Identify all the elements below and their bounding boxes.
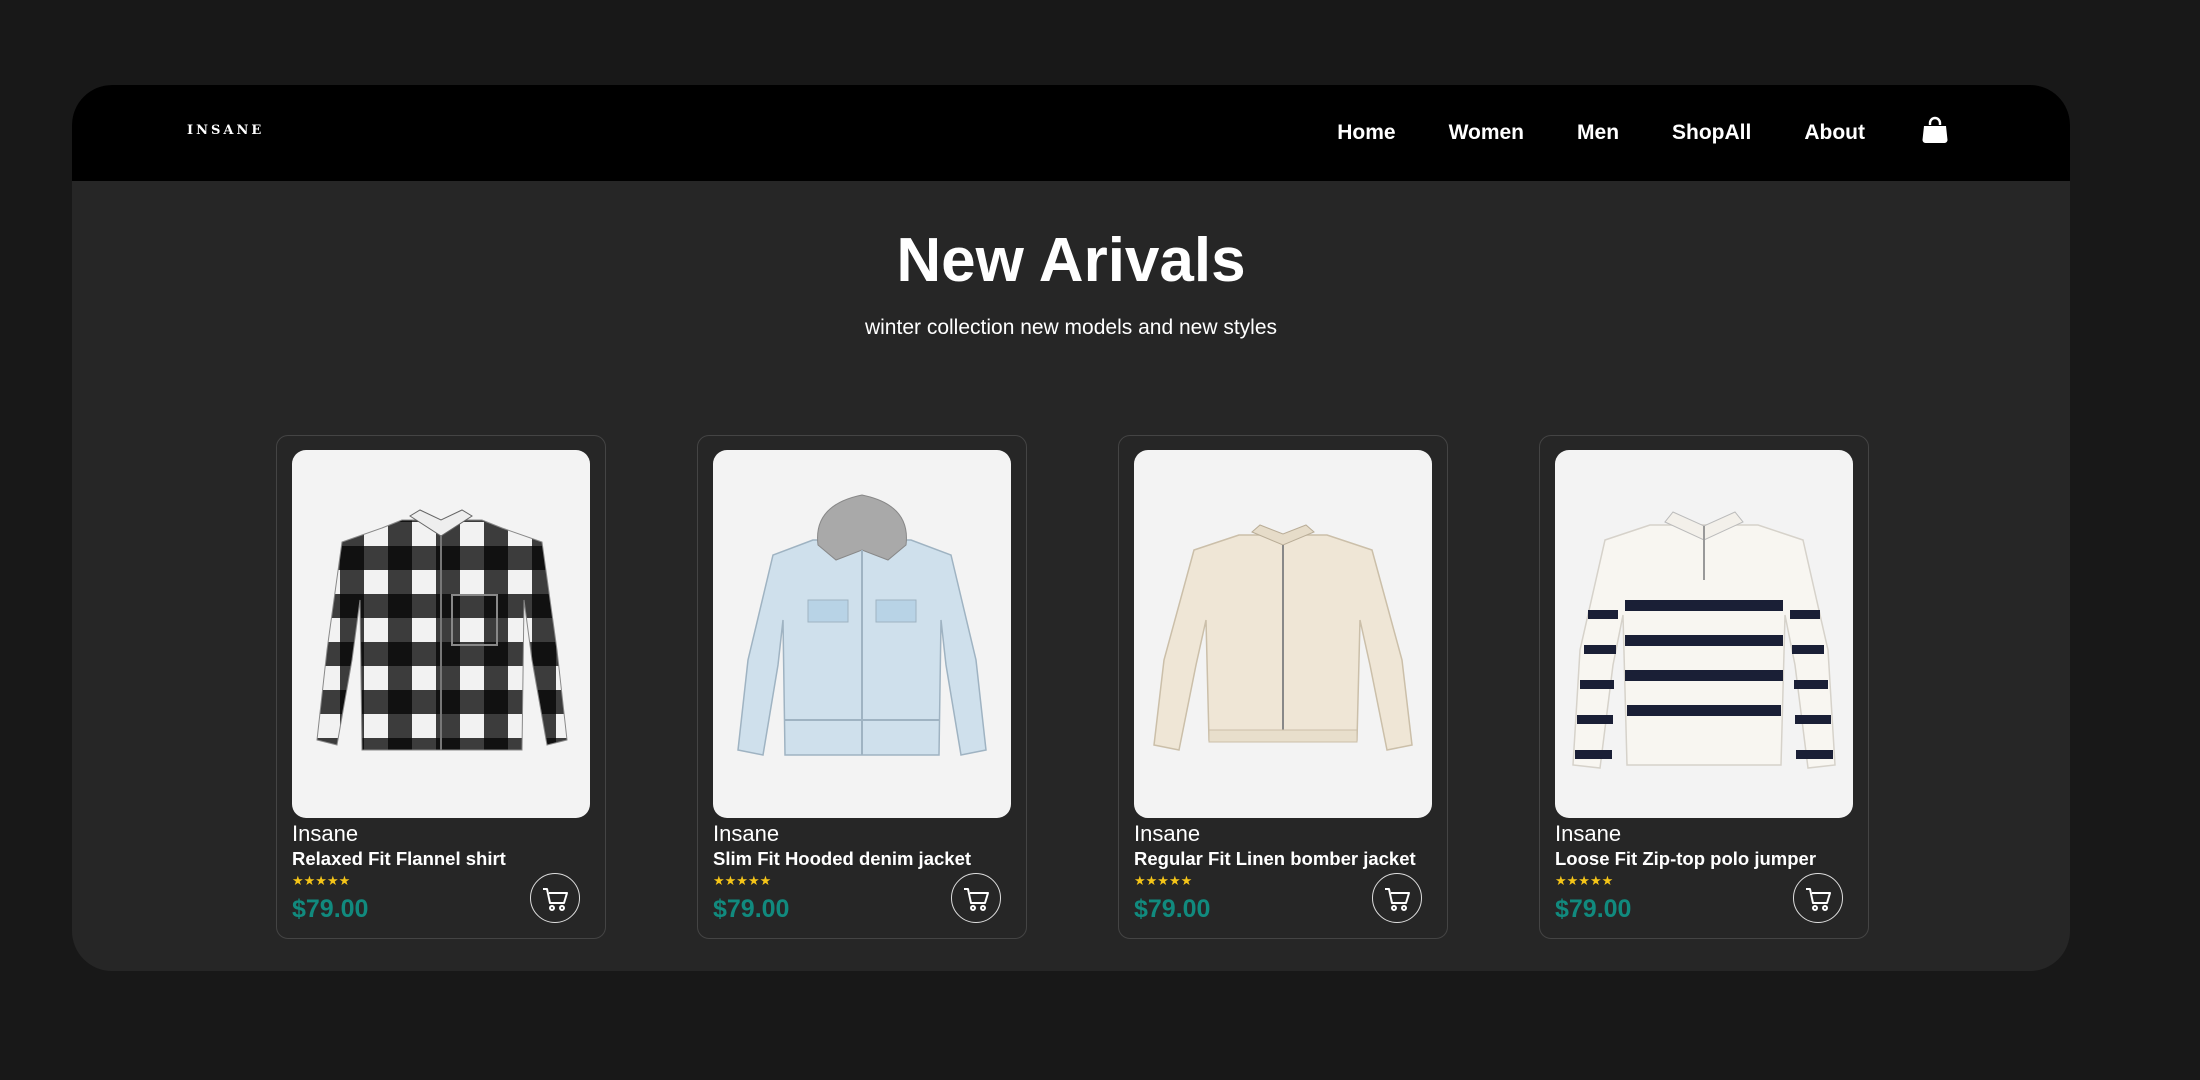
product-price: $79.00 xyxy=(1134,895,1211,923)
product-name[interactable]: Relaxed Fit Flannel shirt xyxy=(292,849,506,869)
cart-icon xyxy=(964,888,989,911)
shopping-bag-icon[interactable] xyxy=(1920,115,1950,145)
product-name[interactable]: Slim Fit Hooded denim jacket xyxy=(713,849,971,869)
cart-icon xyxy=(1385,888,1410,911)
product-image-bomber-jacket[interactable] xyxy=(1134,450,1432,818)
nav-shopall[interactable]: ShopAll xyxy=(1672,121,1751,145)
rating-stars: ★★★★★ xyxy=(292,873,351,888)
cart-icon xyxy=(543,888,568,911)
page-subtitle: winter collection new models and new sty… xyxy=(864,316,1278,339)
add-to-cart-button[interactable] xyxy=(1372,873,1422,923)
product-price: $79.00 xyxy=(292,895,369,923)
navbar: INSANE Home Women Men ShopAll About xyxy=(72,85,2070,181)
nav-men[interactable]: Men xyxy=(1577,121,1619,145)
brand-logo[interactable]: INSANE xyxy=(187,123,264,138)
product-card[interactable]: Insane Relaxed Fit Flannel shirt ★★★★★ $… xyxy=(276,435,606,939)
product-name[interactable]: Regular Fit Linen bomber jacket xyxy=(1134,849,1416,869)
product-brand: Insane xyxy=(713,821,780,846)
add-to-cart-button[interactable] xyxy=(530,873,580,923)
product-brand: Insane xyxy=(1134,821,1201,846)
product-image-flannel-shirt[interactable] xyxy=(292,450,590,818)
product-image-denim-jacket[interactable] xyxy=(713,450,1011,818)
rating-stars: ★★★★★ xyxy=(1555,873,1614,888)
cart-icon xyxy=(1806,888,1831,911)
add-to-cart-button[interactable] xyxy=(1793,873,1843,923)
page-frame: INSANE Home Women Men ShopAll About New … xyxy=(72,85,2070,971)
product-card[interactable]: Insane Slim Fit Hooded denim jacket ★★★★… xyxy=(697,435,1027,939)
rating-stars: ★★★★★ xyxy=(1134,873,1193,888)
nav-about[interactable]: About xyxy=(1804,121,1865,145)
nav-menu: Home Women Men ShopAll About xyxy=(1337,85,1865,181)
product-price: $79.00 xyxy=(1555,895,1632,923)
product-name[interactable]: Loose Fit Zip-top polo jumper xyxy=(1555,849,1816,869)
product-image-polo-jumper[interactable] xyxy=(1555,450,1853,818)
page-title: New Arivals xyxy=(896,226,1246,295)
nav-women[interactable]: Women xyxy=(1449,121,1524,145)
rating-stars: ★★★★★ xyxy=(713,873,772,888)
product-card[interactable]: Insane Loose Fit Zip-top polo jumper ★★★… xyxy=(1539,435,1869,939)
product-card[interactable]: Insane Regular Fit Linen bomber jacket ★… xyxy=(1118,435,1448,939)
add-to-cart-button[interactable] xyxy=(951,873,1001,923)
product-brand: Insane xyxy=(292,821,359,846)
nav-home[interactable]: Home xyxy=(1337,121,1395,145)
product-brand: Insane xyxy=(1555,821,1622,846)
product-price: $79.00 xyxy=(713,895,790,923)
